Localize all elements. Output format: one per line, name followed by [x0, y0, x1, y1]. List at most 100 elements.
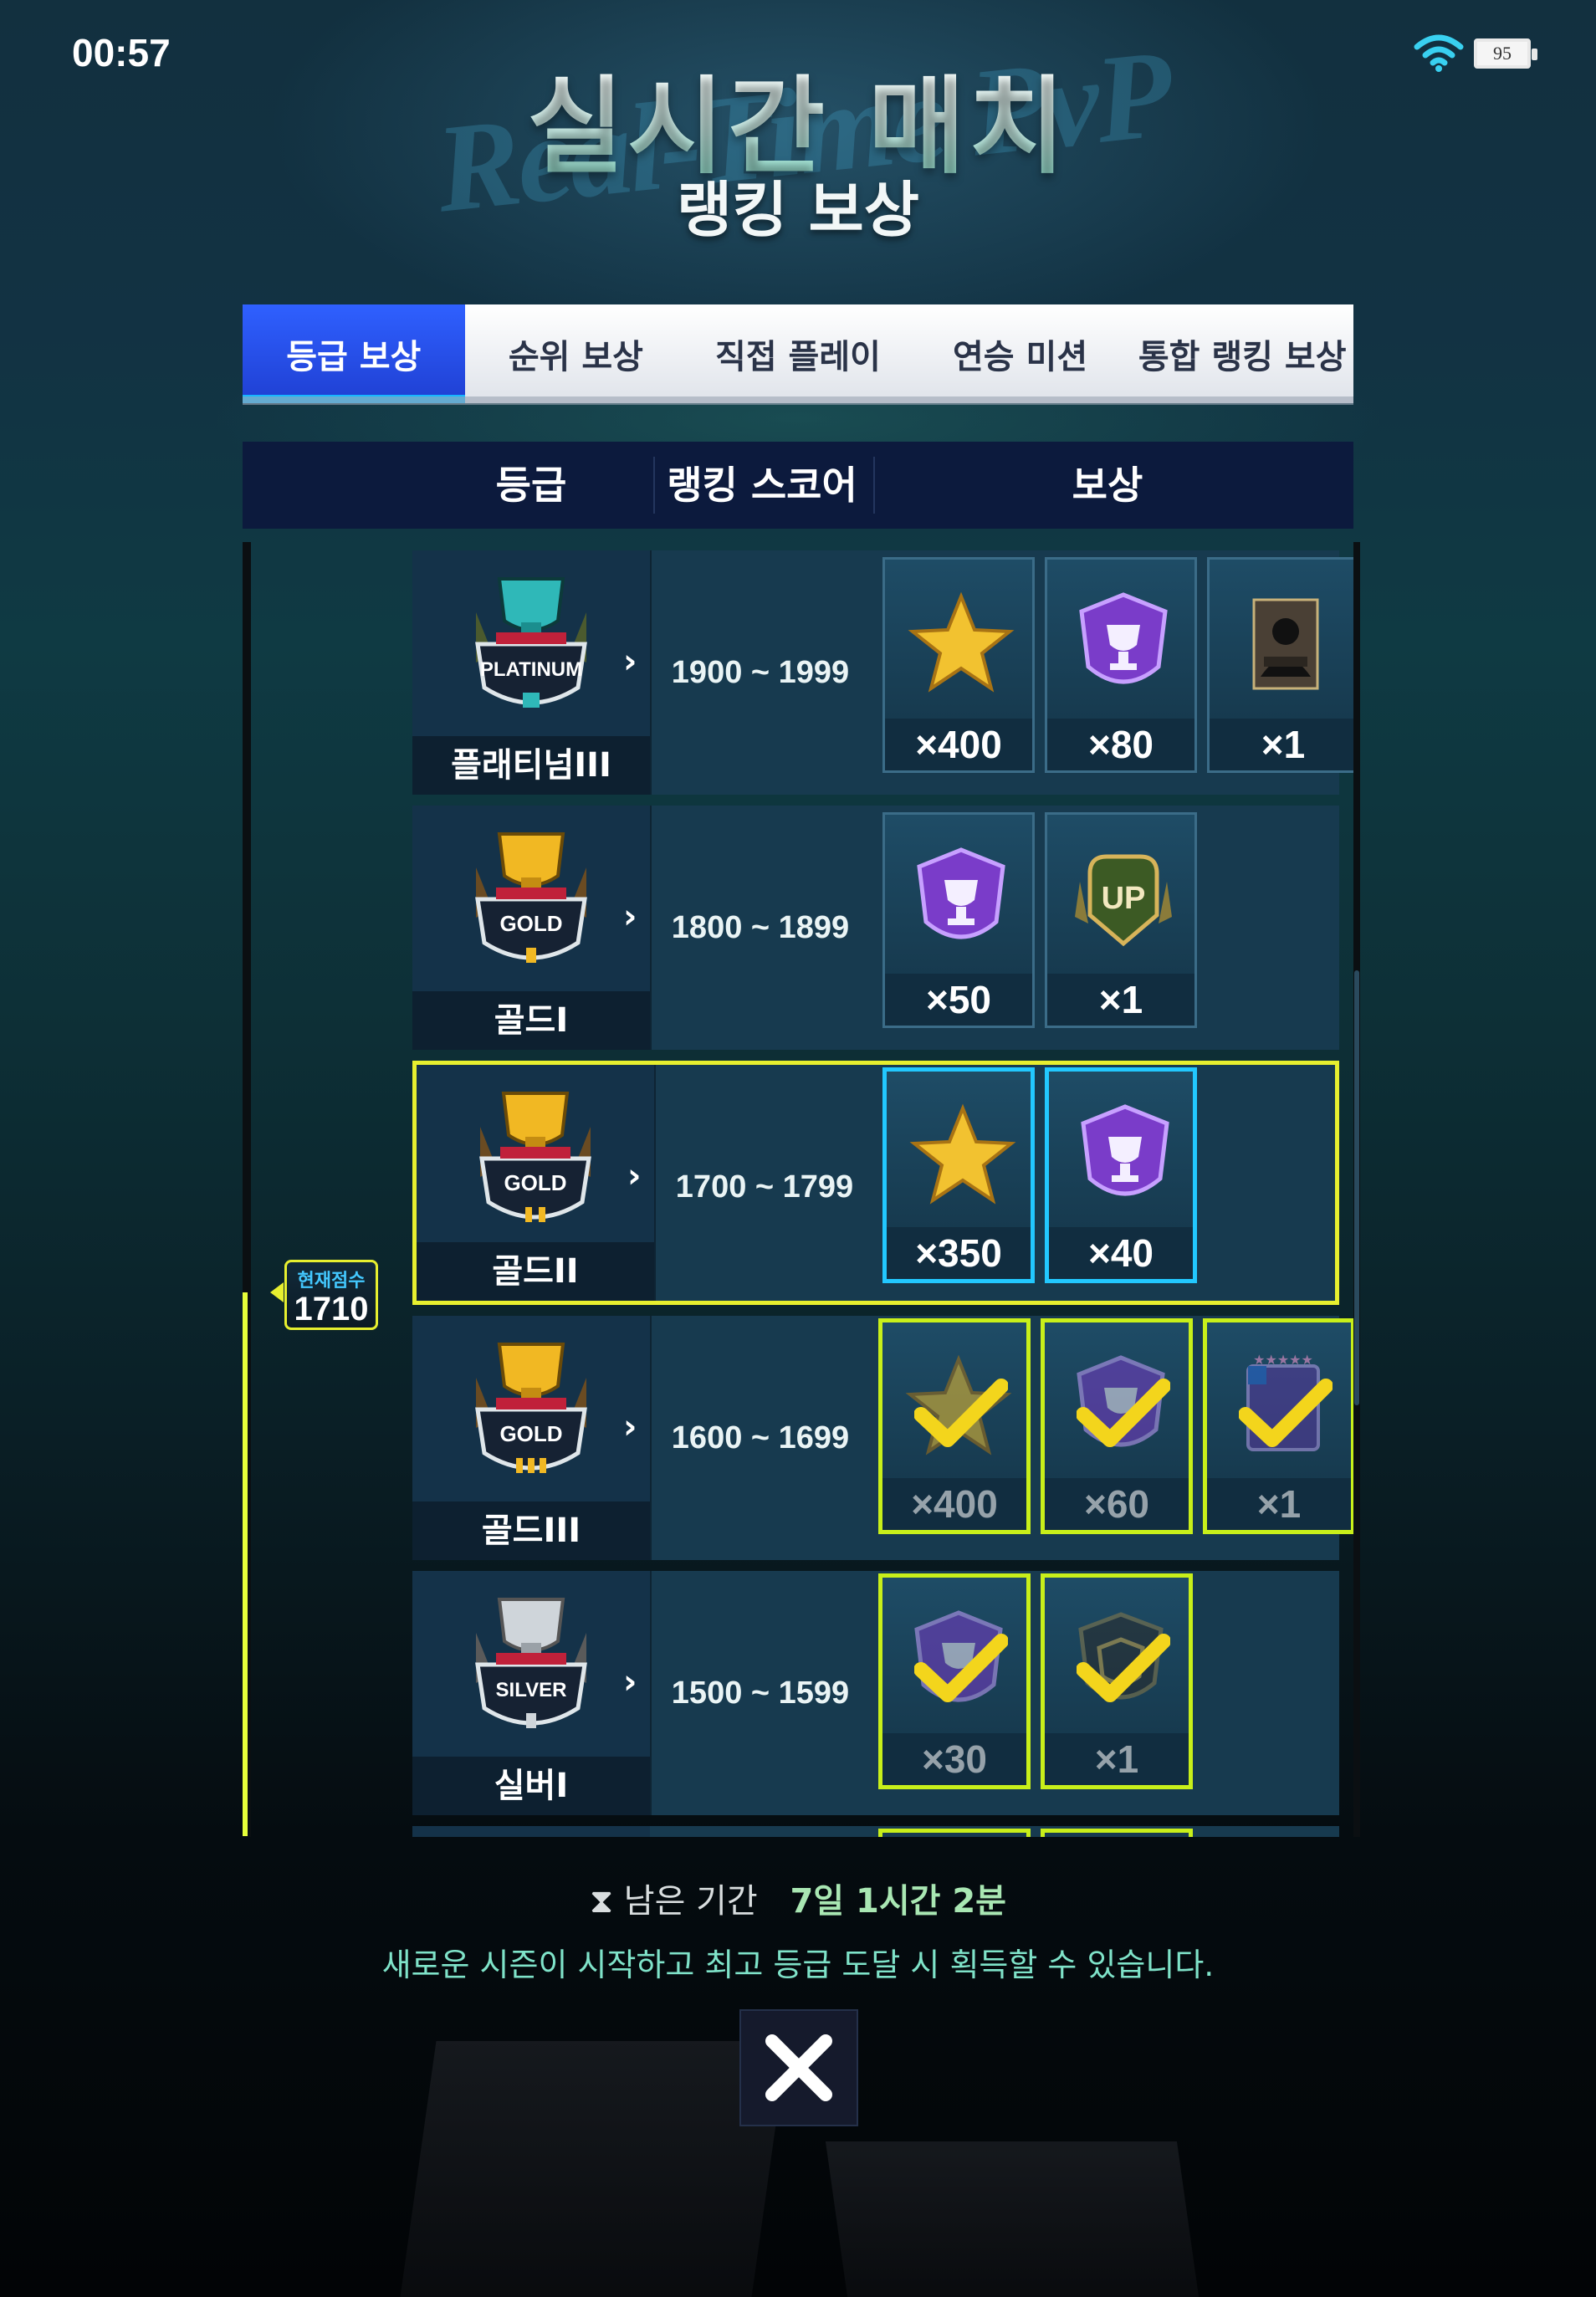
reward-quantity: ×30	[882, 1733, 1026, 1785]
chevron-right-icon: ›	[627, 1157, 642, 1195]
season-notice: 새로운 시즌이 시작하고 최고 등급 도달 시 획득할 수 있습니다.	[381, 1947, 1215, 1983]
grade-cell[interactable]: GOLD › 골드I	[412, 806, 650, 1050]
silver-emblem-icon: SILVER	[475, 1598, 587, 1728]
reward-item-claimed[interactable]: ×400	[878, 1318, 1031, 1534]
star-icon	[908, 591, 1015, 693]
table-row[interactable]: PLATINUM › 플래티넘III 1900 ~ 1999 ×400 ×80	[412, 550, 1353, 795]
reward-item[interactable]: ×400	[882, 557, 1035, 773]
chevron-right-icon: ›	[623, 1663, 637, 1701]
remaining-period: ⧗ 남은 기간 7일 1시간 2분	[0, 1874, 1596, 1922]
reward-quantity: ×350	[887, 1227, 1031, 1279]
scrollbar-thumb[interactable]	[1354, 970, 1359, 1405]
close-button[interactable]	[739, 2009, 858, 2126]
reward-item-claimed[interactable]: ×60	[1041, 1318, 1193, 1534]
grade-cell[interactable]: GOLD › 골드III	[412, 1316, 650, 1560]
reward-quantity: ×80	[1047, 719, 1194, 770]
background-pedestal	[400, 2041, 788, 2297]
reward-item[interactable]: ×80	[1045, 557, 1197, 773]
reward-item-claimed	[878, 1829, 1031, 1837]
current-score-value: 1710	[294, 1291, 369, 1328]
reward-item[interactable]: ×40	[1045, 1067, 1197, 1283]
grade-name: 골드III	[412, 1501, 650, 1560]
remaining-label: 남은 기간	[623, 1882, 758, 1921]
emblem-label: GOLD	[499, 911, 562, 936]
reward-item-claimed[interactable]: ★★★★★ ×1	[1203, 1318, 1353, 1534]
svg-text:★★★★★: ★★★★★	[1253, 1352, 1313, 1368]
reward-quantity: ×1	[1207, 1478, 1351, 1530]
reward-quantity: ×50	[885, 974, 1032, 1026]
grade-name: 골드II	[417, 1242, 654, 1301]
score-range: 1800 ~ 1899	[650, 806, 869, 1050]
reward-item-claimed[interactable]: ×30	[878, 1573, 1031, 1789]
table-row[interactable]: GOLD › 골드I 1800 ~ 1899 ×50 UP ×1	[412, 806, 1339, 1050]
score-range: 1900 ~ 1999	[650, 550, 869, 795]
table-row-current[interactable]: GOLD › 골드II 1700 ~ 1799 ×350 ×40	[412, 1061, 1339, 1305]
tab-rank-reward[interactable]: 순위 보상	[465, 304, 688, 403]
trophy-shield-icon	[1081, 1104, 1169, 1196]
grade-name: 골드I	[412, 991, 650, 1050]
check-icon	[914, 1634, 1008, 1702]
check-icon	[1077, 1634, 1170, 1702]
gold-emblem-icon: GOLD	[475, 832, 587, 963]
current-score-marker: 현재점수 1710	[270, 1260, 378, 1330]
svg-text:UP: UP	[1102, 881, 1146, 916]
score-range: 1600 ~ 1699	[650, 1316, 869, 1560]
header-score: 랭킹 스코어	[667, 463, 857, 508]
emblem-label: SILVER	[496, 1679, 567, 1701]
tab-win-streak-mission[interactable]: 연승 미션	[909, 304, 1132, 403]
header-reward: 보상	[1072, 463, 1143, 508]
enhance-card-icon	[1252, 598, 1319, 690]
grade-cell[interactable]: SILVER › 실버I	[412, 1571, 650, 1815]
current-score-label: 현재점수	[297, 1271, 366, 1292]
tab-direct-play[interactable]: 직접 플레이	[687, 304, 909, 403]
emblem-label: PLATINUM	[480, 658, 582, 681]
reward-quantity: ×1	[1045, 1733, 1189, 1785]
reward-quantity: ×1	[1210, 719, 1353, 770]
header-grade: 등급	[495, 463, 567, 508]
grade-cell	[412, 1826, 650, 1837]
grade-name: 플래티넘III	[412, 736, 650, 795]
remaining-value: 7일 1시간 2분	[790, 1882, 1006, 1921]
tab-bar-shadow	[243, 396, 1353, 405]
check-icon	[1077, 1379, 1170, 1447]
chevron-right-icon: ›	[623, 898, 637, 936]
tab-grade-reward[interactable]: 등급 보상	[243, 304, 465, 403]
score-range: 1700 ~ 1799	[654, 1065, 873, 1301]
check-icon	[914, 1379, 1008, 1447]
gold-emblem-icon: GOLD	[479, 1092, 591, 1222]
reward-item[interactable]: ×50	[882, 812, 1035, 1028]
table-row[interactable]: SILVER › 실버I 1500 ~ 1599 ×30 ×1	[412, 1571, 1339, 1815]
table-row[interactable]	[412, 1826, 1339, 1837]
grade-cell[interactable]: GOLD › 골드II	[417, 1065, 654, 1301]
page-subtitle: 랭킹 보상	[676, 175, 920, 245]
reward-item-claimed[interactable]: ×1	[1041, 1573, 1193, 1789]
reward-quantity: ×400	[885, 719, 1032, 770]
gold-emblem-icon: GOLD	[475, 1343, 587, 1473]
score-range: 1500 ~ 1599	[650, 1571, 869, 1815]
chevron-right-icon: ›	[623, 1408, 637, 1446]
reward-quantity: ×1	[1047, 974, 1194, 1026]
table-header: 등급 랭킹 스코어 보상	[243, 442, 1353, 529]
reward-quantity: ×40	[1049, 1227, 1193, 1279]
up-badge-icon: UP	[1075, 854, 1172, 947]
background-pedestal	[825, 2141, 1200, 2297]
reward-item[interactable]: ×1	[1207, 557, 1353, 773]
grade-name: 실버I	[412, 1757, 650, 1815]
reward-item-claimed	[1041, 1829, 1193, 1837]
reward-quantity: ×400	[882, 1478, 1026, 1530]
hourglass-icon: ⧗	[589, 1882, 614, 1921]
reward-list[interactable]: PLATINUM › 플래티넘III 1900 ~ 1999 ×400 ×80	[243, 542, 1353, 1837]
check-icon	[1239, 1379, 1333, 1447]
star-icon	[909, 1103, 1016, 1205]
reward-item[interactable]: ×350	[882, 1067, 1035, 1283]
trophy-shield-icon	[917, 847, 1005, 939]
grade-cell[interactable]: PLATINUM › 플래티넘III	[412, 550, 650, 795]
trophy-shield-icon	[1079, 592, 1168, 684]
emblem-label: GOLD	[504, 1170, 566, 1195]
tab-bar: 등급 보상 순위 보상 직접 플레이 연승 미션 통합 랭킹 보상	[243, 304, 1353, 403]
table-row[interactable]: GOLD › 골드III 1600 ~ 1699 ×400 ×60 ★★★★★ …	[412, 1316, 1353, 1560]
emblem-label: GOLD	[499, 1421, 562, 1446]
reward-item[interactable]: UP ×1	[1045, 812, 1197, 1028]
chevron-right-icon: ›	[623, 642, 637, 681]
tab-total-rank-reward[interactable]: 통합 랭킹 보상	[1131, 304, 1353, 403]
